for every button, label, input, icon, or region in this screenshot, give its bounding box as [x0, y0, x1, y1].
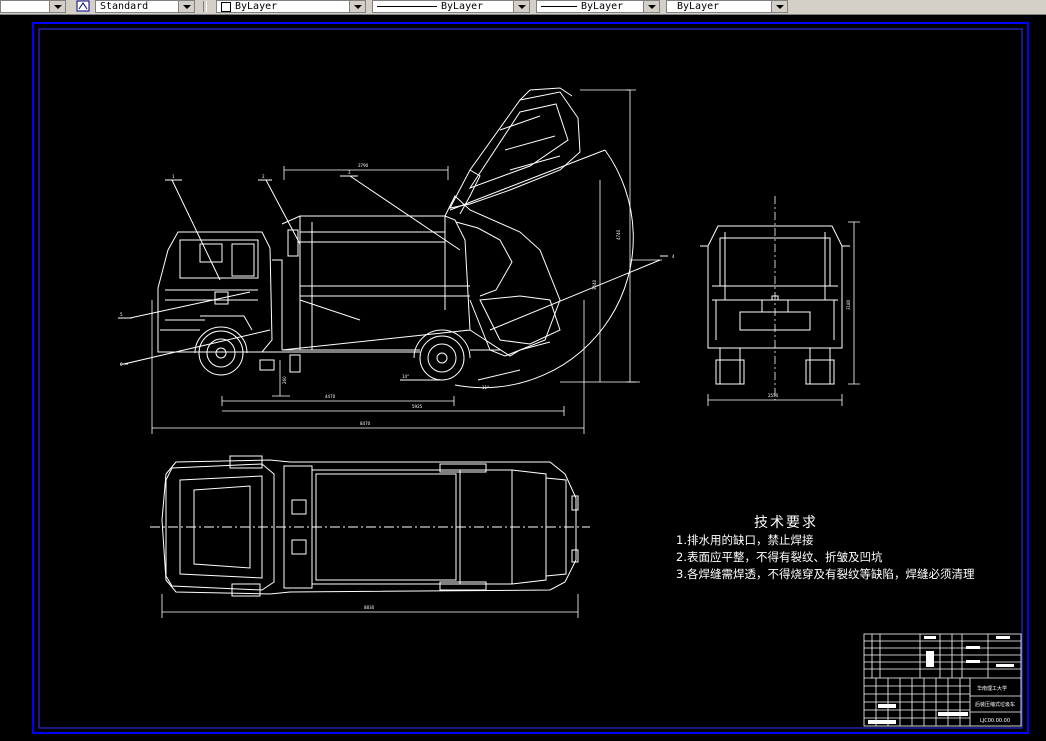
svg-text:8470: 8470 — [360, 421, 371, 426]
lineweight-value: ByLayer — [581, 1, 624, 12]
svg-text:5: 5 — [120, 312, 123, 317]
notes-title: 技术要求 — [754, 515, 818, 531]
plot-style-value: ByLayer — [677, 1, 720, 12]
plot-style-select[interactable]: ByLayer — [666, 0, 788, 13]
side-dimensions — [151, 89, 662, 434]
lineweight-sample — [541, 6, 577, 7]
svg-text:4: 4 — [672, 254, 675, 259]
layer-color-select[interactable]: ByLayer — [216, 0, 366, 13]
chevron-down-icon — [178, 1, 194, 12]
properties-toolbar: Standard ByLayer ByLayer ByLayer ByLayer — [0, 0, 1046, 15]
text-style-icon[interactable] — [76, 0, 90, 12]
side-dimension-text: 3790 4470 5925 8470 4740 3640 260 11° 14… — [120, 163, 675, 426]
chevron-down-icon — [49, 1, 65, 12]
svg-text:260: 260 — [282, 376, 287, 384]
top-dimension-text: 8830 — [364, 605, 375, 610]
chevron-down-icon — [771, 1, 787, 12]
outer-frame — [32, 22, 1029, 734]
svg-text:3640: 3640 — [592, 279, 597, 290]
toolbar-separator — [203, 1, 207, 12]
svg-text:5925: 5925 — [412, 404, 423, 409]
svg-text:14°: 14° — [402, 374, 409, 379]
svg-text:11°: 11° — [482, 385, 489, 390]
text-style-value: Standard — [100, 1, 149, 12]
svg-text:3: 3 — [348, 170, 351, 175]
note-line-2: 2.表面应平整，不得有裂纹、折皱及凹坑 — [676, 550, 883, 564]
svg-text:2550: 2550 — [768, 393, 779, 398]
drawing-canvas[interactable]: 3790 4470 5925 8470 4740 3640 260 11° 14… — [0, 14, 1046, 741]
chevron-down-icon — [643, 1, 659, 12]
linetype-select[interactable]: ByLayer — [372, 0, 530, 13]
chevron-down-icon — [349, 1, 365, 12]
toolbar-dropdown-left[interactable] — [0, 0, 66, 13]
linetype-sample — [377, 6, 437, 7]
technical-requirements: 技术要求 1.排水用的缺口，禁止焊接 2.表面应平整，不得有裂纹、折皱及凹坑 3… — [676, 512, 974, 583]
svg-text:4470: 4470 — [325, 394, 336, 399]
color-swatch-icon — [221, 2, 231, 12]
chevron-down-icon — [513, 1, 529, 12]
top-view — [150, 455, 590, 597]
linetype-value: ByLayer — [441, 1, 484, 12]
layer-color-value: ByLayer — [235, 1, 278, 12]
lineweight-select[interactable]: ByLayer — [536, 0, 660, 13]
svg-text:1: 1 — [172, 174, 175, 179]
svg-text:3790: 3790 — [358, 163, 369, 168]
side-view — [118, 87, 668, 389]
title-block-text: 华南理工大学 后装压缩式垃圾车 LJC00.00.00 — [975, 685, 1015, 724]
svg-text:3180: 3180 — [846, 299, 851, 310]
svg-text:2: 2 — [262, 174, 265, 179]
drawing-number: LJC00.00.00 — [980, 718, 1010, 724]
drawing-name: 后装压缩式垃圾车 — [975, 701, 1015, 708]
inner-frame — [38, 28, 1023, 729]
text-style-select[interactable]: Standard — [95, 0, 195, 13]
school-name: 华南理工大学 — [977, 685, 1007, 692]
title-block-fills — [868, 636, 1014, 724]
svg-text:4740: 4740 — [616, 229, 621, 240]
note-line-3: 3.各焊缝需焊透，不得烧穿及有裂纹等缺陷，焊缝必须清理 — [676, 567, 975, 581]
rear-dimensions — [707, 196, 860, 406]
note-line-1: 1.排水用的缺口，禁止焊接 — [676, 533, 814, 547]
